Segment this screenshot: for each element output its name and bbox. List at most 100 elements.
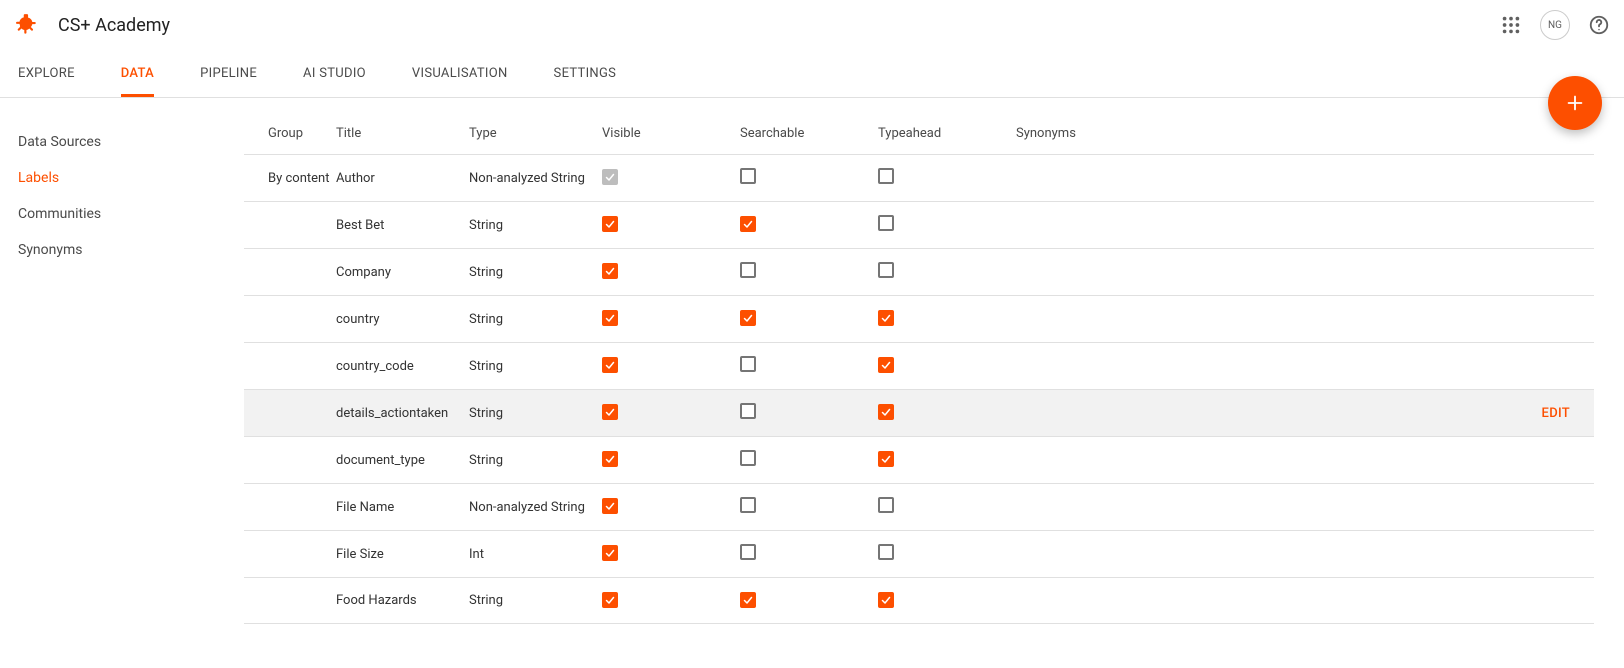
cell-searchable xyxy=(740,310,870,328)
table-row: File Name Non-analyzed String xyxy=(244,483,1594,530)
cell-visible xyxy=(602,310,732,328)
cell-title: Best Bet xyxy=(336,218,461,233)
table-header: Group Title Type Visible Searchable Type… xyxy=(244,112,1594,154)
searchable-checkbox[interactable] xyxy=(740,544,756,560)
cell-type: String xyxy=(469,453,594,468)
topbar: CS+ Academy NG xyxy=(0,0,1624,50)
col-type: Type xyxy=(469,126,594,141)
apps-grid-icon[interactable] xyxy=(1500,14,1522,36)
sidenav-item-communities[interactable]: Communities xyxy=(18,196,244,232)
sidenav-item-labels[interactable]: Labels xyxy=(18,160,244,196)
visible-checkbox[interactable] xyxy=(602,545,618,561)
cell-visible xyxy=(602,404,732,422)
cell-searchable xyxy=(740,544,870,564)
searchable-checkbox[interactable] xyxy=(740,592,756,608)
sidenav-item-data-sources[interactable]: Data Sources xyxy=(18,124,244,160)
table-row: Best Bet String xyxy=(244,201,1594,248)
cell-type: String xyxy=(469,312,594,327)
tab-pipeline[interactable]: PIPELINE xyxy=(200,50,257,97)
col-synonyms: Synonyms xyxy=(1016,126,1482,141)
cell-typeahead xyxy=(878,404,1008,422)
searchable-checkbox[interactable] xyxy=(740,310,756,326)
typeahead-checkbox[interactable] xyxy=(878,168,894,184)
col-typeahead: Typeahead xyxy=(878,126,1008,141)
typeahead-checkbox[interactable] xyxy=(878,497,894,513)
searchable-checkbox[interactable] xyxy=(740,168,756,184)
tab-data[interactable]: DATA xyxy=(121,50,154,97)
typeahead-checkbox[interactable] xyxy=(878,592,894,608)
cell-typeahead xyxy=(878,544,1008,564)
cell-searchable xyxy=(740,497,870,517)
cell-searchable xyxy=(740,262,870,282)
sidenav-item-synonyms[interactable]: Synonyms xyxy=(18,232,244,268)
table-row: country_code String xyxy=(244,342,1594,389)
content: Data SourcesLabelsCommunitiesSynonyms Gr… xyxy=(0,98,1624,668)
cell-visible xyxy=(602,216,732,234)
cell-group: By content xyxy=(268,171,328,186)
cell-type: String xyxy=(469,265,594,280)
visible-checkbox[interactable] xyxy=(602,216,618,232)
sidenav: Data SourcesLabelsCommunitiesSynonyms xyxy=(0,98,244,668)
cell-type: String xyxy=(469,359,594,374)
cell-typeahead xyxy=(878,168,1008,188)
visible-checkbox[interactable] xyxy=(602,498,618,514)
cell-type: Non-analyzed String xyxy=(469,500,594,515)
cell-title: country_code xyxy=(336,359,461,374)
cell-typeahead xyxy=(878,215,1008,235)
cell-title: Food Hazards xyxy=(336,593,461,608)
table-row: File SizeInt xyxy=(244,530,1594,577)
typeahead-checkbox[interactable] xyxy=(878,262,894,278)
cell-type: Non-analyzed String xyxy=(469,171,594,186)
typeahead-checkbox[interactable] xyxy=(878,310,894,326)
tab-ai-studio[interactable]: AI STUDIO xyxy=(303,50,366,97)
app-title: CS+ Academy xyxy=(58,15,1500,36)
cell-visible xyxy=(602,545,732,563)
table-row: CompanyString xyxy=(244,248,1594,295)
typeahead-checkbox[interactable] xyxy=(878,451,894,467)
searchable-checkbox[interactable] xyxy=(740,216,756,232)
searchable-checkbox[interactable] xyxy=(740,356,756,372)
tab-visualisation[interactable]: VISUALISATION xyxy=(412,50,508,97)
cell-searchable xyxy=(740,450,870,470)
cell-typeahead xyxy=(878,497,1008,517)
searchable-checkbox[interactable] xyxy=(740,497,756,513)
table-row: Food HazardsString xyxy=(244,577,1594,624)
cell-type: String xyxy=(469,406,594,421)
visible-checkbox[interactable] xyxy=(602,404,618,420)
cell-type: String xyxy=(469,218,594,233)
table-row: By contentAuthorNon-analyzed String xyxy=(244,154,1594,201)
typeahead-checkbox[interactable] xyxy=(878,357,894,373)
help-icon[interactable] xyxy=(1588,14,1610,36)
table-row: countryString xyxy=(244,295,1594,342)
main-panel: Group Title Type Visible Searchable Type… xyxy=(244,98,1624,668)
cell-searchable xyxy=(740,403,870,423)
searchable-checkbox[interactable] xyxy=(740,403,756,419)
cell-typeahead xyxy=(878,592,1008,610)
col-title: Title xyxy=(336,126,461,141)
cell-title: File Name xyxy=(336,500,461,515)
searchable-checkbox[interactable] xyxy=(740,450,756,466)
visible-checkbox[interactable] xyxy=(602,592,618,608)
searchable-checkbox[interactable] xyxy=(740,262,756,278)
visible-checkbox[interactable] xyxy=(602,310,618,326)
visible-checkbox[interactable] xyxy=(602,357,618,373)
visible-checkbox[interactable] xyxy=(602,263,618,279)
cell-searchable xyxy=(740,592,870,610)
cell-title: document_type xyxy=(336,453,461,468)
main-tabs: EXPLORE DATA PIPELINE AI STUDIO VISUALISATIO… xyxy=(0,50,1624,98)
cell-actions: EDIT xyxy=(1490,406,1570,421)
cell-title: File Size xyxy=(336,547,461,562)
tab-explore[interactable]: EXPLORE xyxy=(18,50,75,97)
edit-link[interactable]: EDIT xyxy=(1542,406,1570,421)
add-button[interactable] xyxy=(1548,76,1602,130)
col-visible: Visible xyxy=(602,126,732,141)
visible-checkbox[interactable] xyxy=(602,451,618,467)
typeahead-checkbox[interactable] xyxy=(878,404,894,420)
tab-settings[interactable]: SETTINGS xyxy=(554,50,617,97)
typeahead-checkbox[interactable] xyxy=(878,544,894,560)
cell-visible xyxy=(602,263,732,281)
visible-checkbox[interactable] xyxy=(602,169,618,185)
user-avatar[interactable]: NG xyxy=(1540,10,1570,40)
typeahead-checkbox[interactable] xyxy=(878,215,894,231)
cell-typeahead xyxy=(878,310,1008,328)
